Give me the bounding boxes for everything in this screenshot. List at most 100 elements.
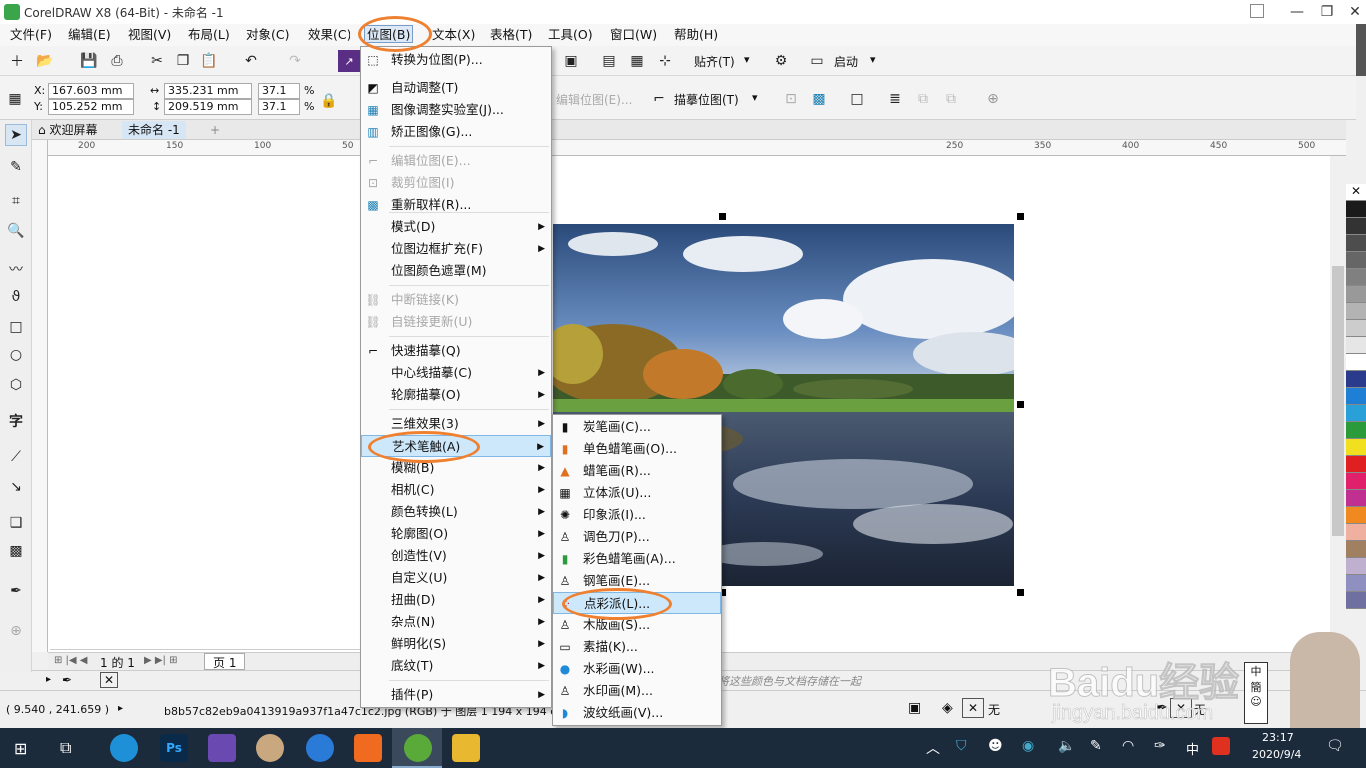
color-palette[interactable]: ✕: [1346, 184, 1366, 684]
bitmap-menu-item[interactable]: ▥ 矫正图像(G)...: [361, 121, 551, 143]
pick-tool-icon[interactable]: ➤: [5, 124, 27, 146]
edit-bitmap-button[interactable]: 编辑位图(E)...: [556, 91, 632, 108]
start-windows-icon[interactable]: ⊞: [14, 740, 32, 758]
ie-browser-icon[interactable]: [110, 734, 138, 762]
launch-dropdown[interactable]: 启动: [834, 53, 858, 70]
wrap-text-icon[interactable]: ≣: [884, 88, 906, 110]
color-swatch[interactable]: [1346, 558, 1366, 575]
crop-tool-icon[interactable]: ⌗: [5, 190, 27, 212]
artistic-media-icon[interactable]: ϑ: [5, 286, 27, 308]
no-color-swatch[interactable]: ✕: [100, 672, 118, 688]
coreldraw-icon[interactable]: [404, 734, 432, 762]
color-swatch[interactable]: [1346, 456, 1366, 473]
trace-bitmap-button[interactable]: 描摹位图(T): [674, 91, 739, 108]
snap-chevron-down-icon[interactable]: ▾: [744, 53, 750, 66]
art-menu-item[interactable]: ♙ 调色刀(P)...: [553, 526, 721, 548]
link-icon-2[interactable]: ⧉: [940, 88, 962, 110]
bitmap-menu-item[interactable]: ⛓ 自链接更新(U): [361, 311, 551, 333]
tray-chevron-up-icon[interactable]: ︿: [926, 738, 940, 758]
resample-icon[interactable]: ▩: [808, 88, 830, 110]
connector-tool-icon[interactable]: ↘: [5, 476, 27, 498]
menu-edit[interactable]: 编辑(E): [66, 26, 113, 44]
rectangle-tool-icon[interactable]: □: [5, 316, 27, 338]
tab-document[interactable]: 未命名 -1: [122, 121, 186, 139]
selection-handle[interactable]: [1017, 589, 1024, 596]
bitmap-menu-item[interactable]: 插件(P) ▶: [361, 684, 551, 706]
art-menu-item[interactable]: ● 水彩画(W)...: [553, 658, 721, 680]
palette-arrow-icon[interactable]: ▸: [46, 674, 51, 685]
color-swatch[interactable]: [1346, 507, 1366, 524]
bitmap-menu-item[interactable]: 底纹(T) ▶: [361, 655, 551, 677]
drop-shadow-icon[interactable]: ❑: [5, 512, 27, 534]
color-swatch[interactable]: [1346, 371, 1366, 388]
menu-effects[interactable]: 效果(C): [306, 26, 350, 44]
close-button[interactable]: ✕: [1340, 2, 1366, 22]
ellipse-tool-icon[interactable]: ○: [5, 344, 27, 366]
bitmap-menu-item[interactable]: 模糊(B) ▶: [361, 457, 551, 479]
snap-to-dropdown[interactable]: 贴齐(T): [694, 53, 735, 70]
launch-icon[interactable]: ▭: [806, 50, 828, 72]
lock-ratio-icon[interactable]: 🔒: [318, 90, 340, 112]
selection-handle[interactable]: [1017, 401, 1024, 408]
shape-tool-icon[interactable]: ✎: [5, 156, 27, 178]
input-method-indicator[interactable]: 中: [1186, 739, 1199, 758]
color-swatch[interactable]: [1346, 405, 1366, 422]
art-menu-item[interactable]: ✺ 印象派(I)...: [553, 504, 721, 526]
color-swatch[interactable]: [1346, 320, 1366, 337]
fill-none-swatch[interactable]: ✕: [962, 698, 984, 718]
bitmap-menu-item[interactable]: 模式(D) ▶: [361, 216, 551, 238]
color-proof-icon[interactable]: ▣: [908, 700, 921, 716]
color-swatch[interactable]: [1346, 269, 1366, 286]
art-menu-item[interactable]: ◗ 波纹纸画(V)...: [553, 702, 721, 724]
menu-help[interactable]: 帮助(H): [672, 26, 720, 44]
color-swatch[interactable]: [1346, 235, 1366, 252]
photo-app-icon[interactable]: [256, 734, 284, 762]
copy-icon[interactable]: ❐: [172, 50, 194, 72]
qq-icon[interactable]: ☻: [988, 738, 1003, 754]
bitmap-menu-item[interactable]: 轮廓图(O) ▶: [361, 523, 551, 545]
art-menu-item[interactable]: ♙ 水印画(M)...: [553, 680, 721, 702]
restore-button[interactable]: ❐: [1312, 2, 1342, 22]
bitmap-menu-item[interactable]: 鲜明化(S) ▶: [361, 633, 551, 655]
menu-view[interactable]: 视图(V): [126, 26, 173, 44]
bitmap-menu-item[interactable]: 杂点(N) ▶: [361, 611, 551, 633]
color-swatch[interactable]: [1346, 422, 1366, 439]
video-app-icon[interactable]: [354, 734, 382, 762]
window-menu-icon[interactable]: [1250, 4, 1264, 18]
notification-icon[interactable]: 🗨: [1326, 738, 1344, 754]
link-icon-1[interactable]: ⧉: [912, 88, 934, 110]
scroll-thumb[interactable]: [1332, 266, 1344, 536]
freehand-tool-icon[interactable]: 〰: [5, 258, 27, 280]
bitmap-menu-item[interactable]: 自定义(U) ▶: [361, 567, 551, 589]
menu-layout[interactable]: 布局(L): [186, 26, 232, 44]
no-color-swatch[interactable]: ✕: [1346, 184, 1366, 201]
parallel-dimension-icon[interactable]: ⟋: [5, 446, 27, 468]
art-menu-item[interactable]: ▲ 蜡笔画(R)...: [553, 460, 721, 482]
trace-bitmap-icon[interactable]: ⌐: [648, 88, 670, 110]
color-swatch[interactable]: [1346, 388, 1366, 405]
volume-icon[interactable]: 🔈: [1058, 738, 1075, 754]
paste-icon[interactable]: 📋: [198, 50, 220, 72]
clock-date[interactable]: 2020/9/4: [1252, 748, 1301, 761]
menu-object[interactable]: 对象(C): [244, 26, 291, 44]
game-icon[interactable]: [208, 734, 236, 762]
pen-tray-icon[interactable]: ✑: [1154, 738, 1166, 754]
add-tool-icon[interactable]: ⊕: [5, 620, 27, 642]
clock-time[interactable]: 23:17: [1262, 731, 1294, 744]
eyedropper-tool-icon[interactable]: ✒: [5, 580, 27, 602]
width-field[interactable]: 335.231 mm: [164, 83, 252, 99]
color-swatch[interactable]: [1346, 201, 1366, 218]
photoshop-icon[interactable]: Ps: [160, 734, 188, 762]
bitmap-border-icon[interactable]: □: [846, 88, 868, 110]
bitmap-menu-item[interactable]: ⊡ 裁剪位图(I): [361, 172, 551, 194]
color-swatch[interactable]: [1346, 575, 1366, 592]
height-field[interactable]: 209.519 mm: [164, 99, 252, 115]
art-menu-item[interactable]: ▭ 素描(K)...: [553, 636, 721, 658]
import-icon[interactable]: ↗: [338, 50, 360, 72]
polygon-tool-icon[interactable]: ⬡: [5, 374, 27, 396]
menu-text[interactable]: 文本(X): [430, 26, 477, 44]
status-arrow-icon[interactable]: ▸: [118, 703, 123, 714]
eyedropper-icon[interactable]: ✒: [62, 673, 72, 687]
color-swatch[interactable]: [1346, 439, 1366, 456]
file-explorer-icon[interactable]: [452, 734, 480, 762]
